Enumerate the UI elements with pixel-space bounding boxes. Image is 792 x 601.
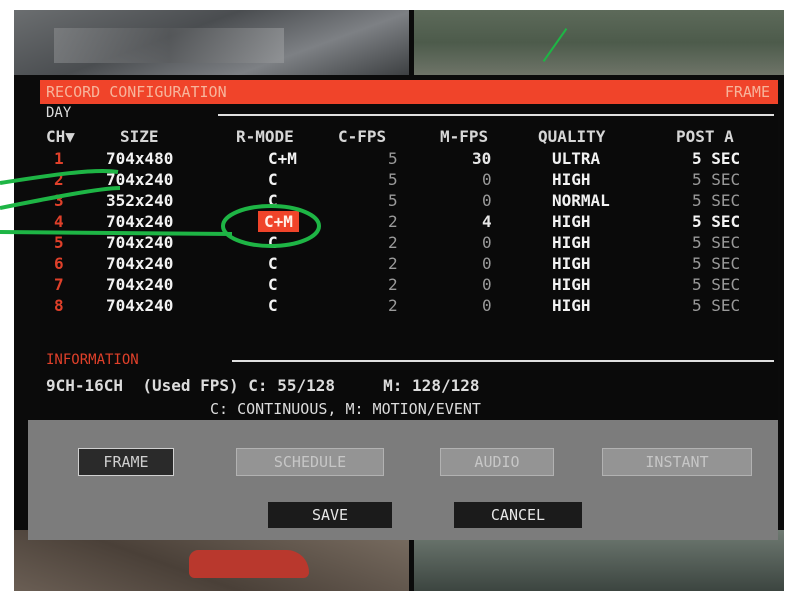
day-label: DAY <box>46 105 72 121</box>
header-quality: QUALITY <box>538 127 606 146</box>
cell-cfps[interactable]: 5 <box>388 148 398 169</box>
cell-mfps[interactable]: 0 <box>482 232 492 253</box>
title-bar: RECORD CONFIGURATION FRAME <box>40 80 778 104</box>
tab-instant[interactable]: INSTANT <box>602 448 752 476</box>
cell-rmode[interactable]: C+M <box>268 148 297 169</box>
cell-cfps[interactable]: 2 <box>388 232 398 253</box>
dvr-screen: RECORD CONFIGURATION FRAME DAY CH▼ SIZE … <box>14 10 784 591</box>
cell-size[interactable]: 704x240 <box>106 211 173 232</box>
cell-quality[interactable]: HIGH <box>552 232 591 253</box>
cell-ch: 4 <box>54 212 64 231</box>
cell-cfps[interactable]: 5 <box>388 190 398 211</box>
record-config-panel: RECORD CONFIGURATION FRAME DAY CH▼ SIZE … <box>40 80 778 420</box>
cell-rmode[interactable]: C <box>268 253 278 274</box>
cell-post[interactable]: 5 SEC <box>692 274 740 295</box>
cell-rmode[interactable]: C <box>268 232 278 253</box>
cell-quality[interactable]: HIGH <box>552 211 591 232</box>
table-row[interactable]: 3 352x240 C 5 0 NORMAL 5 SEC <box>40 190 778 211</box>
cell-quality[interactable]: HIGH <box>552 169 591 190</box>
cell-quality[interactable]: HIGH <box>552 253 591 274</box>
table-row[interactable]: 2 704x240 C 5 0 HIGH 5 SEC <box>40 169 778 190</box>
cell-quality[interactable]: HIGH <box>552 295 591 316</box>
table-row[interactable]: 8 704x240 C 2 0 HIGH 5 SEC <box>40 295 778 316</box>
cell-mfps[interactable]: 0 <box>482 190 492 211</box>
camera-feed-top-left <box>14 10 409 75</box>
tab-frame[interactable]: FRAME <box>78 448 174 476</box>
cancel-button[interactable]: CANCEL <box>454 502 582 528</box>
cell-ch: 2 <box>54 170 64 189</box>
cell-mfps[interactable]: 0 <box>482 253 492 274</box>
divider <box>232 360 774 362</box>
cell-size[interactable]: 704x240 <box>106 253 173 274</box>
cell-rmode[interactable]: C <box>268 295 278 316</box>
cell-mfps[interactable]: 0 <box>482 295 492 316</box>
table-row[interactable]: 6 704x240 C 2 0 HIGH 5 SEC <box>40 253 778 274</box>
window-title: RECORD CONFIGURATION <box>46 83 227 101</box>
used-fps-info: 9CH-16CH (Used FPS) C: 55/128 M: 128/128 <box>46 376 480 395</box>
header-ch[interactable]: CH▼ <box>46 126 75 147</box>
cell-quality[interactable]: NORMAL <box>552 190 610 211</box>
cell-size[interactable]: 352x240 <box>106 190 173 211</box>
cell-mfps[interactable]: 0 <box>482 169 492 190</box>
cell-size[interactable]: 704x240 <box>106 274 173 295</box>
button-bar: FRAME SCHEDULE AUDIO INSTANT SAVE CANCEL <box>28 420 778 540</box>
cell-ch: 6 <box>54 254 64 273</box>
cell-quality[interactable]: ULTRA <box>552 148 600 169</box>
cell-post[interactable]: 5 SEC <box>692 295 740 316</box>
cell-quality[interactable]: HIGH <box>552 274 591 295</box>
cell-mfps[interactable]: 0 <box>482 274 492 295</box>
cell-ch: 3 <box>54 191 64 210</box>
cell-ch: 1 <box>54 149 64 168</box>
header-mfps: M-FPS <box>440 127 489 146</box>
cell-cfps[interactable]: 5 <box>388 169 398 190</box>
cell-mfps[interactable]: 4 <box>482 211 492 232</box>
cell-ch: 5 <box>54 233 64 252</box>
table-row[interactable]: 7 704x240 C 2 0 HIGH 5 SEC <box>40 274 778 295</box>
mode-legend: C: CONTINUOUS, M: MOTION/EVENT <box>210 400 481 418</box>
cell-ch: 7 <box>54 275 64 294</box>
table-row[interactable]: 1 704x480 C+M 5 30 ULTRA 5 SEC <box>40 148 778 169</box>
divider <box>218 114 774 116</box>
tab-schedule[interactable]: SCHEDULE <box>236 448 384 476</box>
cell-ch: 8 <box>54 296 64 315</box>
table-row[interactable]: 4 704x240 C+M 2 4 HIGH 5 SEC <box>40 211 778 232</box>
cell-rmode[interactable]: C+M <box>258 211 299 232</box>
header-cfps: C-FPS <box>338 127 387 146</box>
cell-post[interactable]: 5 SEC <box>692 211 740 232</box>
save-button[interactable]: SAVE <box>268 502 392 528</box>
table-row[interactable]: 5 704x240 C 2 0 HIGH 5 SEC <box>40 232 778 253</box>
cell-size[interactable]: 704x240 <box>106 169 173 190</box>
camera-feed-top-right <box>414 10 784 75</box>
cell-post[interactable]: 5 SEC <box>692 232 740 253</box>
red-car-in-feed <box>189 550 309 578</box>
cell-size[interactable]: 704x240 <box>106 232 173 253</box>
cell-rmode[interactable]: C <box>268 169 278 190</box>
cell-post[interactable]: 5 SEC <box>692 253 740 274</box>
cell-cfps[interactable]: 2 <box>388 211 398 232</box>
cell-cfps[interactable]: 2 <box>388 253 398 274</box>
cell-size[interactable]: 704x480 <box>106 148 173 169</box>
header-size: SIZE <box>120 127 159 146</box>
cell-rmode[interactable]: C <box>268 190 278 211</box>
cell-rmode[interactable]: C <box>268 274 278 295</box>
cell-cfps[interactable]: 2 <box>388 274 398 295</box>
cell-mfps[interactable]: 30 <box>472 148 491 169</box>
header-rmode: R-MODE <box>236 127 294 146</box>
table-header: CH▼ SIZE R-MODE C-FPS M-FPS QUALITY POST… <box>40 126 778 147</box>
cell-post[interactable]: 5 SEC <box>692 169 740 190</box>
cell-post[interactable]: 5 SEC <box>692 190 740 211</box>
cell-size[interactable]: 704x240 <box>106 295 173 316</box>
cell-post[interactable]: 5 SEC <box>692 148 740 169</box>
mode-label: FRAME <box>724 83 770 101</box>
tab-audio[interactable]: AUDIO <box>440 448 554 476</box>
cell-cfps[interactable]: 2 <box>388 295 398 316</box>
information-label: INFORMATION <box>46 352 139 368</box>
header-post: POST A <box>676 127 734 146</box>
